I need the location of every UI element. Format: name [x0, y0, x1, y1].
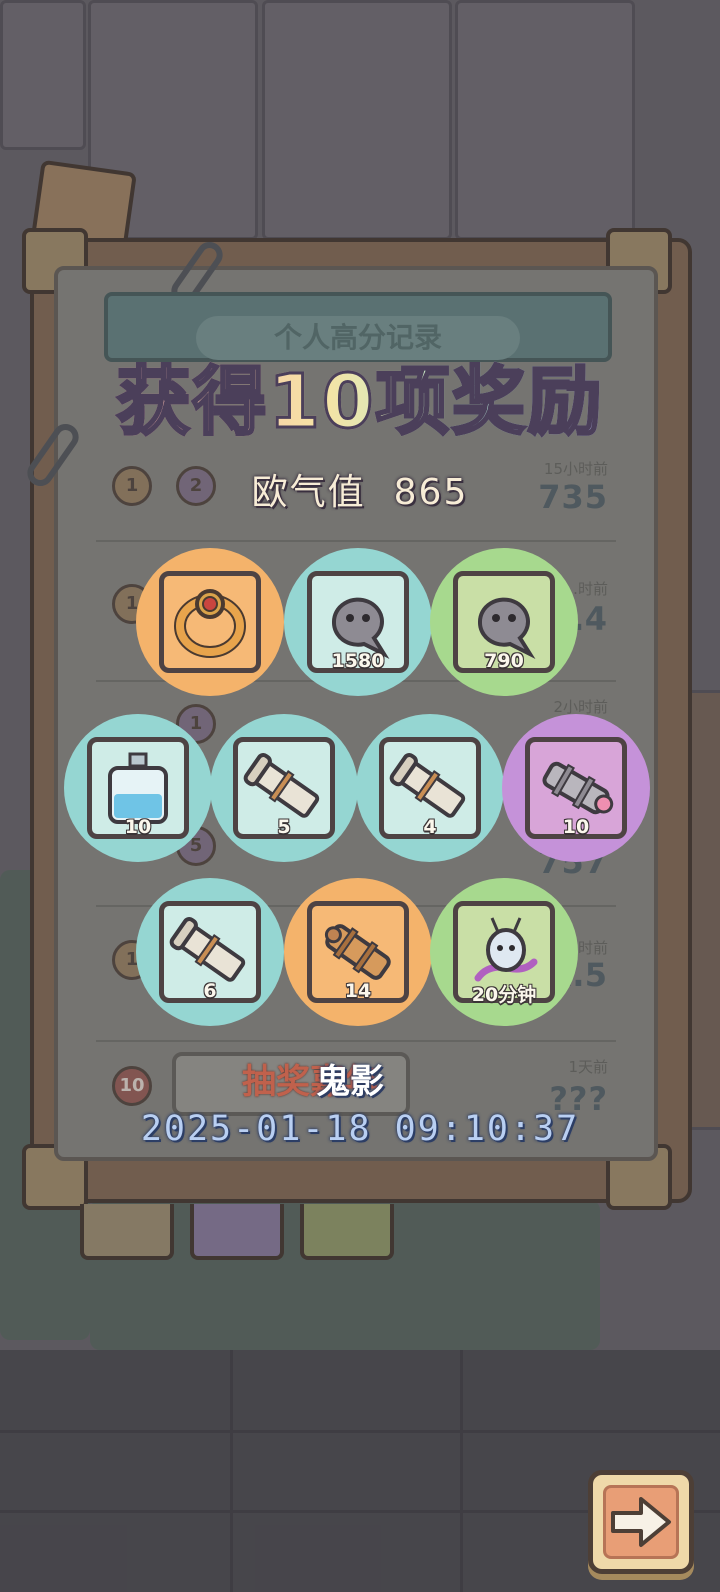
reward-item-cannon[interactable]: 10: [502, 714, 650, 862]
reward-item-ghost[interactable]: 1580: [284, 548, 432, 696]
reward-source-name-wrap: 鬼影: [300, 1056, 400, 1108]
reward-quantity: 6: [203, 980, 217, 1002]
reward-timestamp: 2025-01-18 09:10:37: [140, 1109, 580, 1149]
reward-item-scroll[interactable]: 4: [356, 714, 504, 862]
luck-value-line: 欧气值 865: [0, 468, 720, 518]
next-button[interactable]: [588, 1470, 694, 1574]
reward-source-name: 鬼影: [316, 1062, 384, 1102]
reward-quantity: 5: [277, 816, 291, 838]
luck-value: 865: [393, 472, 469, 513]
reward-item-snail[interactable]: 20分钟: [430, 878, 578, 1026]
reward-quantity: 20分钟: [471, 984, 537, 1006]
reward-quantity: 14: [344, 980, 372, 1002]
reward-item-scroll[interactable]: 5: [210, 714, 358, 862]
ring-icon: [174, 589, 246, 658]
reward-item-ghost[interactable]: 790: [430, 548, 578, 696]
reward-quantity: 4: [423, 816, 437, 838]
reward-quantity: 10: [562, 816, 590, 838]
reward-quantity: 1580: [331, 650, 385, 672]
reward-slot: [159, 571, 261, 673]
luck-label: 欧气值: [251, 472, 366, 513]
reward-item-ring[interactable]: [136, 548, 284, 696]
reward-item-cannon[interactable]: 14: [284, 878, 432, 1026]
reward-quantity: 10: [124, 816, 152, 838]
reward-item-scroll[interactable]: 6: [136, 878, 284, 1026]
reward-item-potion[interactable]: 10: [64, 714, 212, 862]
arrow-right-icon: [611, 1497, 671, 1547]
reward-title: 获得10项奖励: [0, 352, 720, 452]
reward-quantity: 790: [484, 650, 524, 672]
